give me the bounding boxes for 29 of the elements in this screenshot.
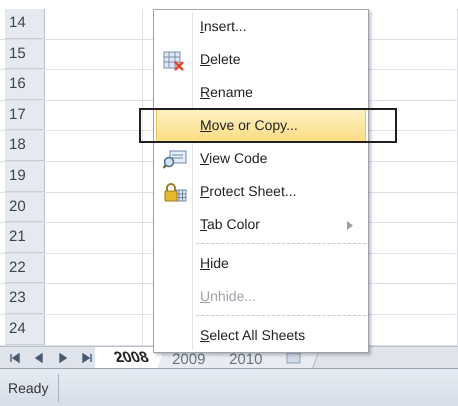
row-header: 17 <box>5 100 45 130</box>
row-header: 16 <box>5 70 45 100</box>
magnifier-window-icon <box>163 150 187 170</box>
row-header: 15 <box>5 40 45 70</box>
menu-item[interactable]: Rename <box>156 76 366 109</box>
first-sheet-icon[interactable] <box>10 352 20 362</box>
menu-item[interactable]: Tab Color <box>156 208 366 241</box>
next-sheet-icon[interactable] <box>58 352 68 362</box>
last-sheet-icon[interactable] <box>82 352 92 362</box>
row-header: 21 <box>5 223 45 253</box>
menu-item[interactable]: Protect Sheet... <box>156 175 366 208</box>
menu-item[interactable]: Insert... <box>156 10 366 43</box>
delete-sheet-icon <box>163 51 185 71</box>
menu-item[interactable]: Move or Copy... <box>156 109 366 142</box>
padlock-sheet-icon <box>163 183 187 203</box>
row-header: 18 <box>5 131 45 161</box>
status-text: Ready <box>0 374 60 402</box>
row-header: 19 <box>5 162 45 192</box>
row-header: 23 <box>5 284 45 314</box>
row-header: 14 <box>5 9 45 39</box>
row-header: 24 <box>5 314 45 345</box>
row-header: 20 <box>5 192 45 222</box>
menu-item[interactable]: Hide <box>156 247 366 280</box>
row-header: 22 <box>5 254 45 284</box>
menu-item[interactable]: Delete <box>156 43 366 76</box>
sheet-tab[interactable]: 2008 <box>95 347 164 368</box>
previous-sheet-icon[interactable] <box>34 352 44 362</box>
submenu-arrow-icon <box>347 221 353 230</box>
menu-item[interactable]: View Code <box>156 142 366 175</box>
